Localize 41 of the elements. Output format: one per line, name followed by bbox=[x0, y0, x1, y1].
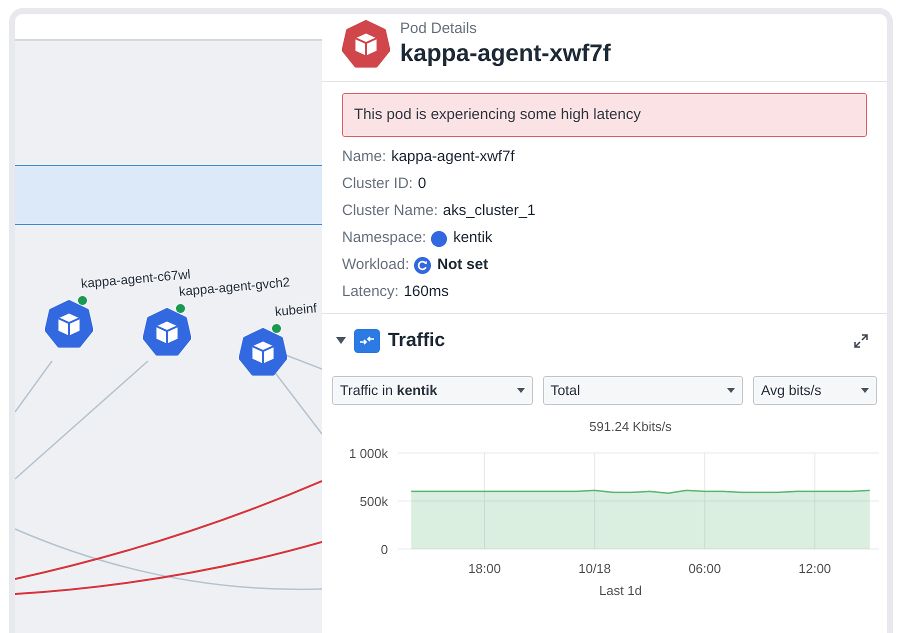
section-title: Traffic bbox=[388, 329, 446, 353]
x-tick-label: 06:00 bbox=[688, 560, 721, 576]
caret-icon bbox=[516, 388, 524, 392]
x-tick-label: 12:00 bbox=[798, 560, 832, 576]
dropdown-select[interactable]: Avg bits/s bbox=[753, 376, 877, 404]
x-axis-label: Last 1d bbox=[599, 582, 642, 598]
node-label: kubeinf bbox=[274, 299, 318, 321]
panel-subtitle: Pod Details bbox=[400, 19, 478, 39]
detail-label: Cluster Name: bbox=[342, 201, 438, 222]
x-tick-label: 18:00 bbox=[468, 560, 501, 576]
chart-title: 591.24 Kbits/s bbox=[589, 418, 672, 434]
namespace-icon bbox=[431, 230, 448, 246]
refresh-icon bbox=[414, 257, 432, 274]
pod-node-icon bbox=[143, 308, 191, 356]
detail-label: Name: bbox=[342, 147, 386, 168]
y-tick-label: 500k bbox=[360, 494, 388, 508]
detail-value: kappa-agent-xwf7f bbox=[391, 147, 515, 168]
dropdown-select[interactable]: Traffic in kentik bbox=[332, 376, 532, 404]
detail-label: Namespace: bbox=[342, 228, 426, 248]
detail-label: Cluster ID: bbox=[342, 174, 413, 194]
detail-label: Workload: bbox=[342, 255, 410, 276]
pod-icon bbox=[342, 20, 390, 68]
pod-node-icon bbox=[239, 328, 287, 376]
detail-value: 0 bbox=[418, 174, 426, 194]
pod-title: kappa-agent-xwf7f bbox=[400, 39, 611, 69]
caret-icon bbox=[727, 388, 735, 392]
pod-node-icon bbox=[45, 300, 93, 348]
caret-icon bbox=[861, 388, 869, 392]
dropdown-select[interactable]: Total bbox=[542, 376, 743, 404]
detail-value: Not set bbox=[437, 255, 488, 276]
collapse-caret-icon[interactable] bbox=[336, 337, 346, 346]
y-tick-label: 1 000k bbox=[348, 446, 388, 460]
detail-value: 160ms bbox=[404, 282, 449, 302]
detail-value: kentik bbox=[453, 228, 492, 248]
x-tick-label: 10/18 bbox=[578, 560, 611, 576]
detail-value: aks_cluster_1 bbox=[442, 201, 536, 222]
detail-label: Latency: bbox=[342, 282, 399, 302]
latency-alert: This pod is experiencing some high latency bbox=[342, 93, 867, 137]
y-tick-label: 0 bbox=[380, 542, 388, 556]
expand-icon[interactable] bbox=[853, 333, 869, 350]
traffic-icon bbox=[354, 329, 380, 354]
